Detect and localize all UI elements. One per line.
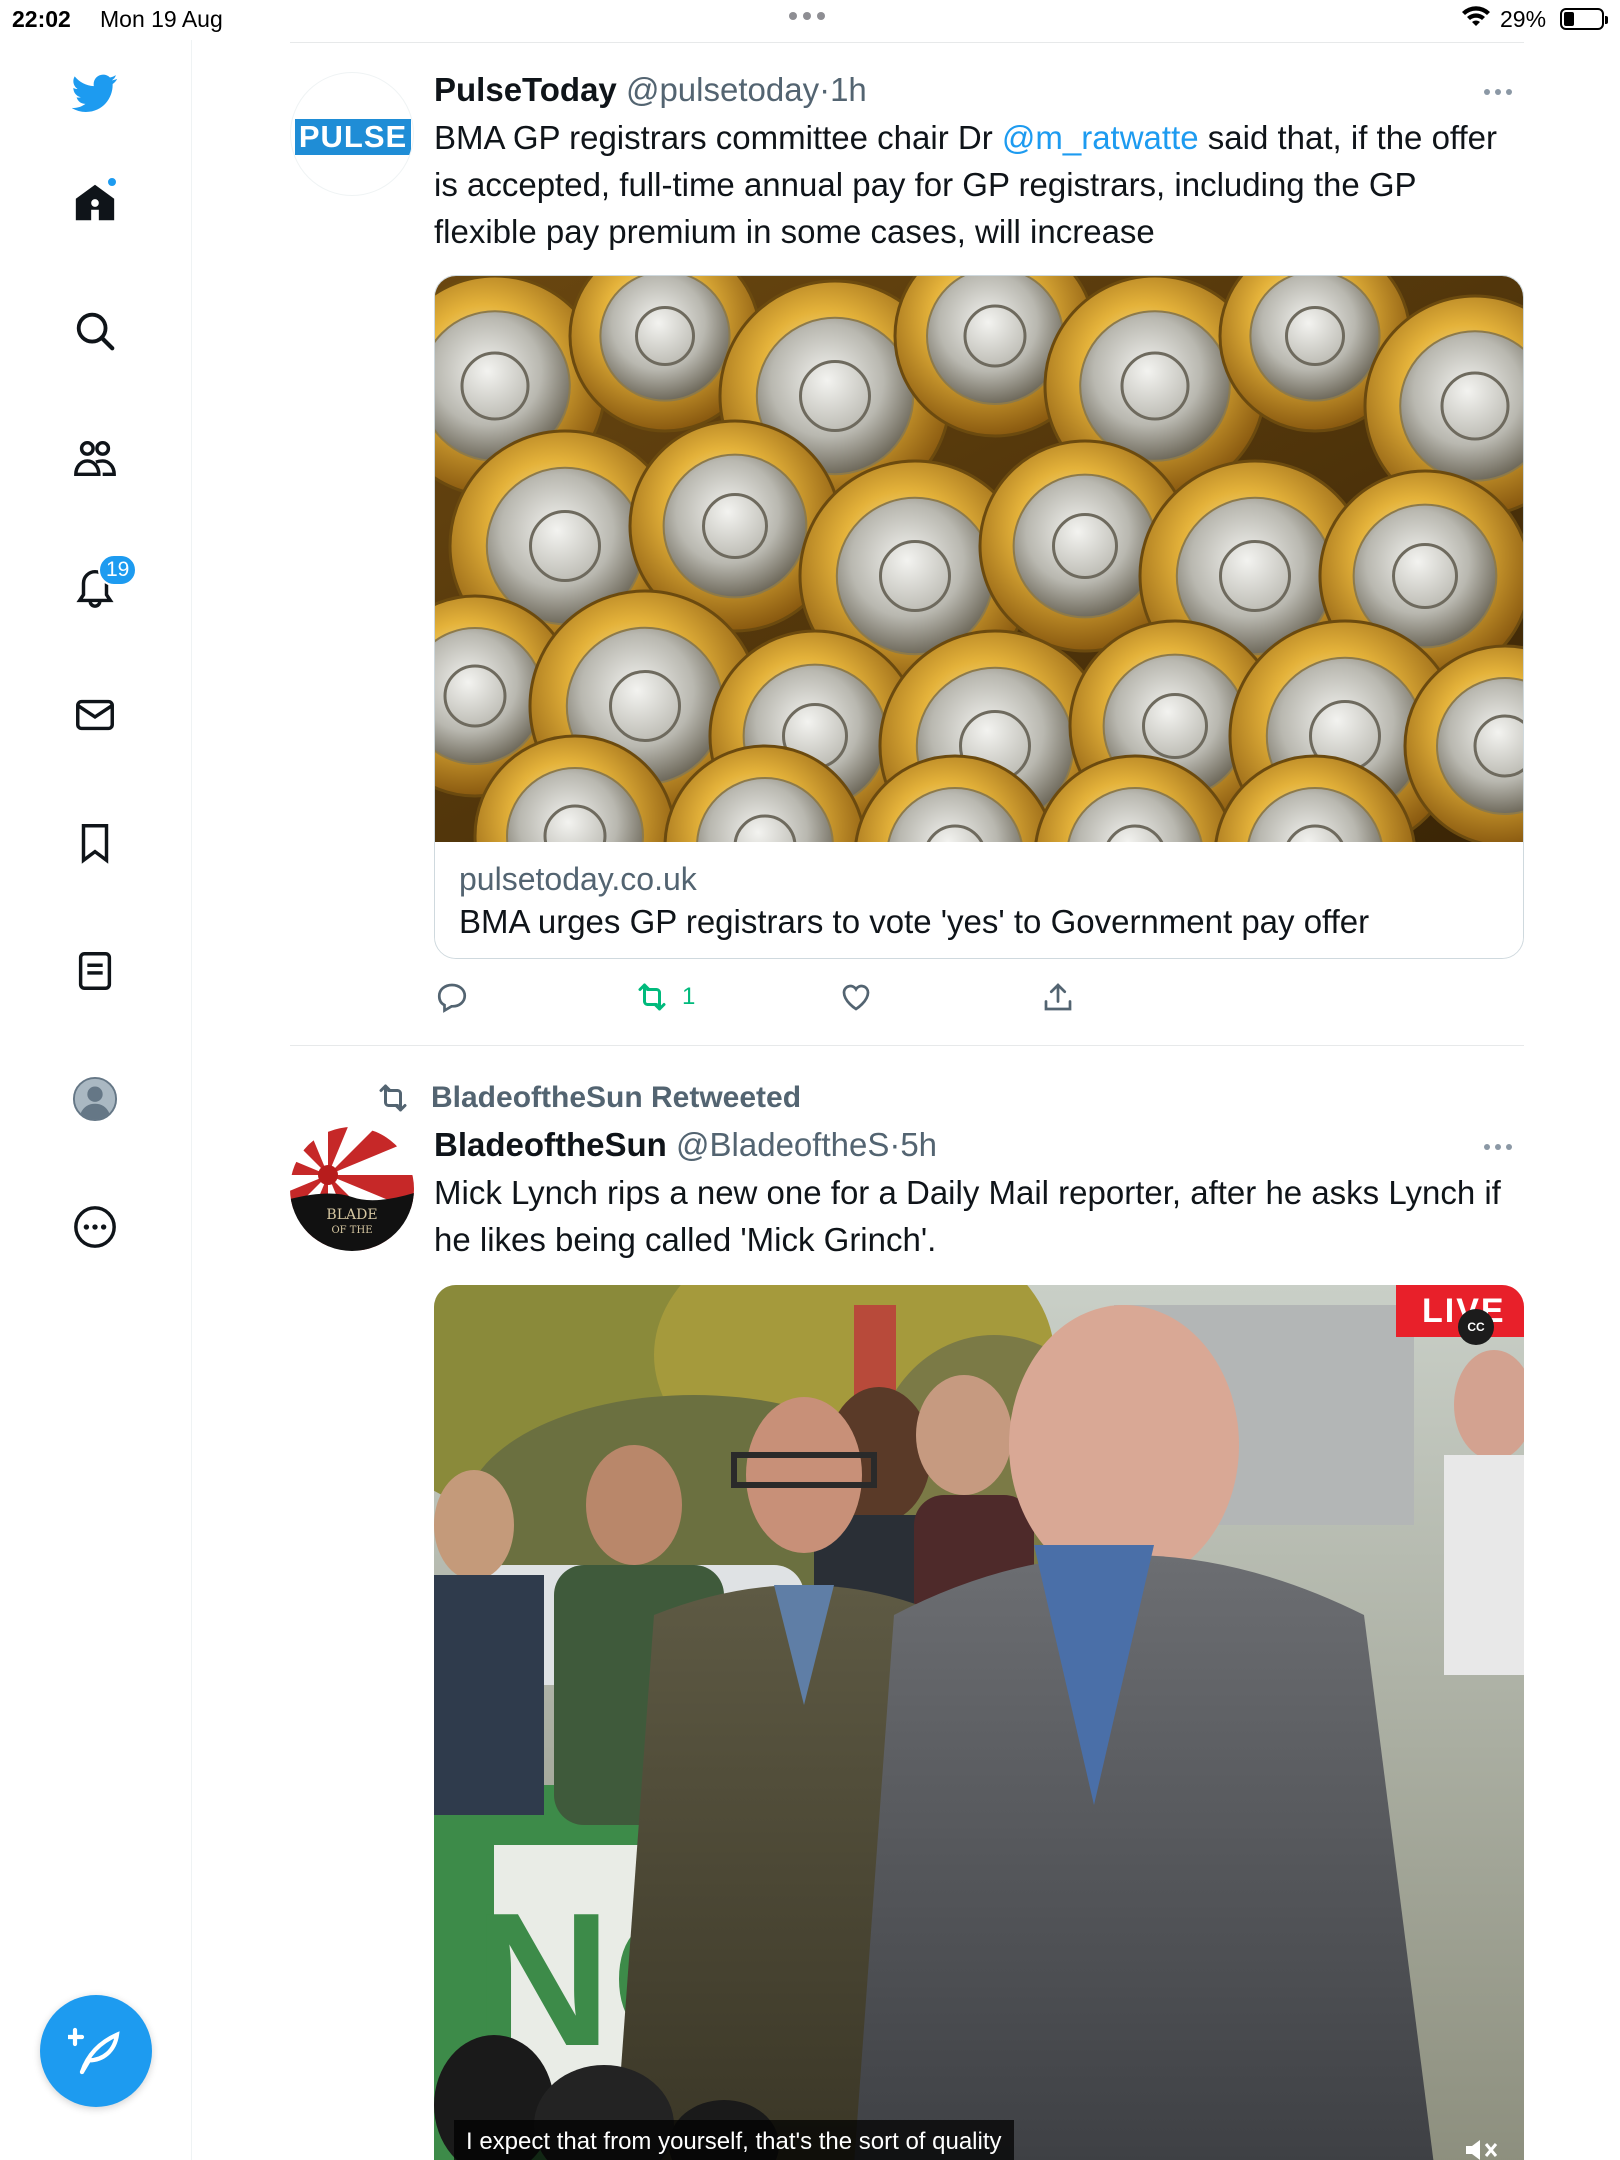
tweet-actions: 1: [434, 975, 1134, 1019]
video-player[interactable]: NO LIVE CC: [434, 1285, 1524, 2160]
avatar-text: OF THE: [331, 1225, 372, 1236]
tweet-body: PulseToday @pulsetoday·1h BMA GP registr…: [434, 70, 1524, 255]
notifications-badge: 19: [98, 554, 138, 586]
retweeted-by-text: BladeoftheSun Retweeted: [431, 1081, 802, 1114]
tweet-text: Mick Lynch rips a new one for a Daily Ma…: [434, 1174, 1501, 1258]
tweet-time[interactable]: 5h: [900, 1126, 937, 1163]
mute-icon[interactable]: [1460, 2140, 1500, 2160]
sidebar-nav: 19: [0, 40, 192, 2160]
card-title: BMA urges GP registrars to vote 'yes' to…: [459, 903, 1370, 940]
header-separator: ·: [819, 71, 831, 108]
tweet-divider: [290, 1045, 1524, 1046]
battery-icon: [1560, 8, 1608, 30]
video-caption: I expect that from yourself, that's the …: [454, 2120, 1014, 2160]
pulse-logo: PULSE: [295, 119, 411, 155]
heart-icon: [842, 984, 870, 1011]
avatar-text: BLADE: [326, 1207, 377, 1223]
reply-button[interactable]: [434, 975, 470, 1019]
link-preview-card[interactable]: pulsetoday.co.uk BMA urges GP registrars…: [434, 275, 1524, 959]
tweet-header: PulseToday @pulsetoday·1h: [434, 70, 1524, 110]
compose-tweet-icon: [68, 2027, 120, 2075]
tweet-more-button[interactable]: [1478, 1137, 1518, 1157]
tweet-body: BladeoftheSun @BladeoftheS·5h Mick Lynch…: [434, 1125, 1524, 1263]
retweet-count: 1: [682, 983, 696, 1010]
battery-percent: 29%: [1500, 6, 1547, 32]
communities-icon[interactable]: [62, 426, 128, 492]
retweet-button[interactable]: 1: [634, 975, 695, 1019]
wifi-icon: [1462, 6, 1490, 26]
search-icon[interactable]: [62, 298, 128, 364]
reply-icon: [437, 983, 467, 1013]
twitter-bird-icon[interactable]: [62, 60, 128, 126]
notifications-icon[interactable]: 19: [62, 554, 138, 620]
card-image-pound-coins: [435, 276, 1523, 842]
tweet-more-button[interactable]: [1478, 82, 1518, 102]
tweet-time[interactable]: 1h: [830, 71, 867, 108]
retweet-icon: [379, 1084, 407, 1112]
pound-coins-image: [435, 276, 1523, 842]
profile-icon[interactable]: [62, 1066, 128, 1132]
status-date: Mon 19 Aug: [100, 6, 223, 32]
author-name[interactable]: PulseToday: [434, 71, 617, 108]
messages-icon[interactable]: [62, 682, 128, 748]
author-handle[interactable]: @pulsetoday: [626, 71, 819, 108]
tweet-header: BladeoftheSun @BladeoftheS·5h: [434, 1125, 1524, 1165]
card-domain: pulsetoday.co.uk: [459, 861, 697, 897]
status-bar: 22:02 Mon 19 Aug 29%: [0, 0, 1620, 40]
video-frame-image: NO: [434, 1285, 1524, 2160]
pulsetoday-avatar[interactable]: PULSE: [290, 72, 414, 196]
compose-tweet-button[interactable]: [40, 1995, 152, 2107]
multitasking-dots-icon[interactable]: [789, 8, 825, 20]
share-button[interactable]: [1040, 975, 1076, 1019]
card-meta: pulsetoday.co.uk BMA urges GP registrars…: [435, 842, 1523, 958]
home-icon[interactable]: [62, 170, 128, 236]
retweet-icon: [638, 983, 666, 1011]
like-button[interactable]: [838, 975, 874, 1019]
more-icon[interactable]: [62, 1194, 128, 1260]
mention-link[interactable]: @m_ratwatte: [1002, 119, 1199, 156]
timeline-top-divider: [290, 42, 1524, 43]
author-name[interactable]: BladeoftheSun: [434, 1126, 667, 1163]
home-unread-dot: [106, 176, 118, 188]
tweet-text: BMA GP registrars committee chair Dr @m_…: [434, 114, 1524, 255]
bladeofthesun-avatar[interactable]: BLADE OF THE: [290, 1127, 414, 1251]
header-separator: ·: [889, 1126, 901, 1163]
status-time: 22:02: [12, 6, 71, 32]
author-handle[interactable]: @BladeoftheS: [676, 1126, 889, 1163]
retweeted-by-line[interactable]: BladeoftheSun Retweeted: [375, 1078, 801, 1118]
rising-sun-avatar-image: BLADE OF THE: [290, 1127, 414, 1251]
bookmarks-icon[interactable]: [62, 810, 128, 876]
tweet-text-part: BMA GP registrars committee chair Dr: [434, 119, 1002, 156]
lists-icon[interactable]: [62, 938, 128, 1004]
closed-captions-icon[interactable]: CC: [1458, 1309, 1494, 1345]
share-icon: [1044, 983, 1072, 1011]
